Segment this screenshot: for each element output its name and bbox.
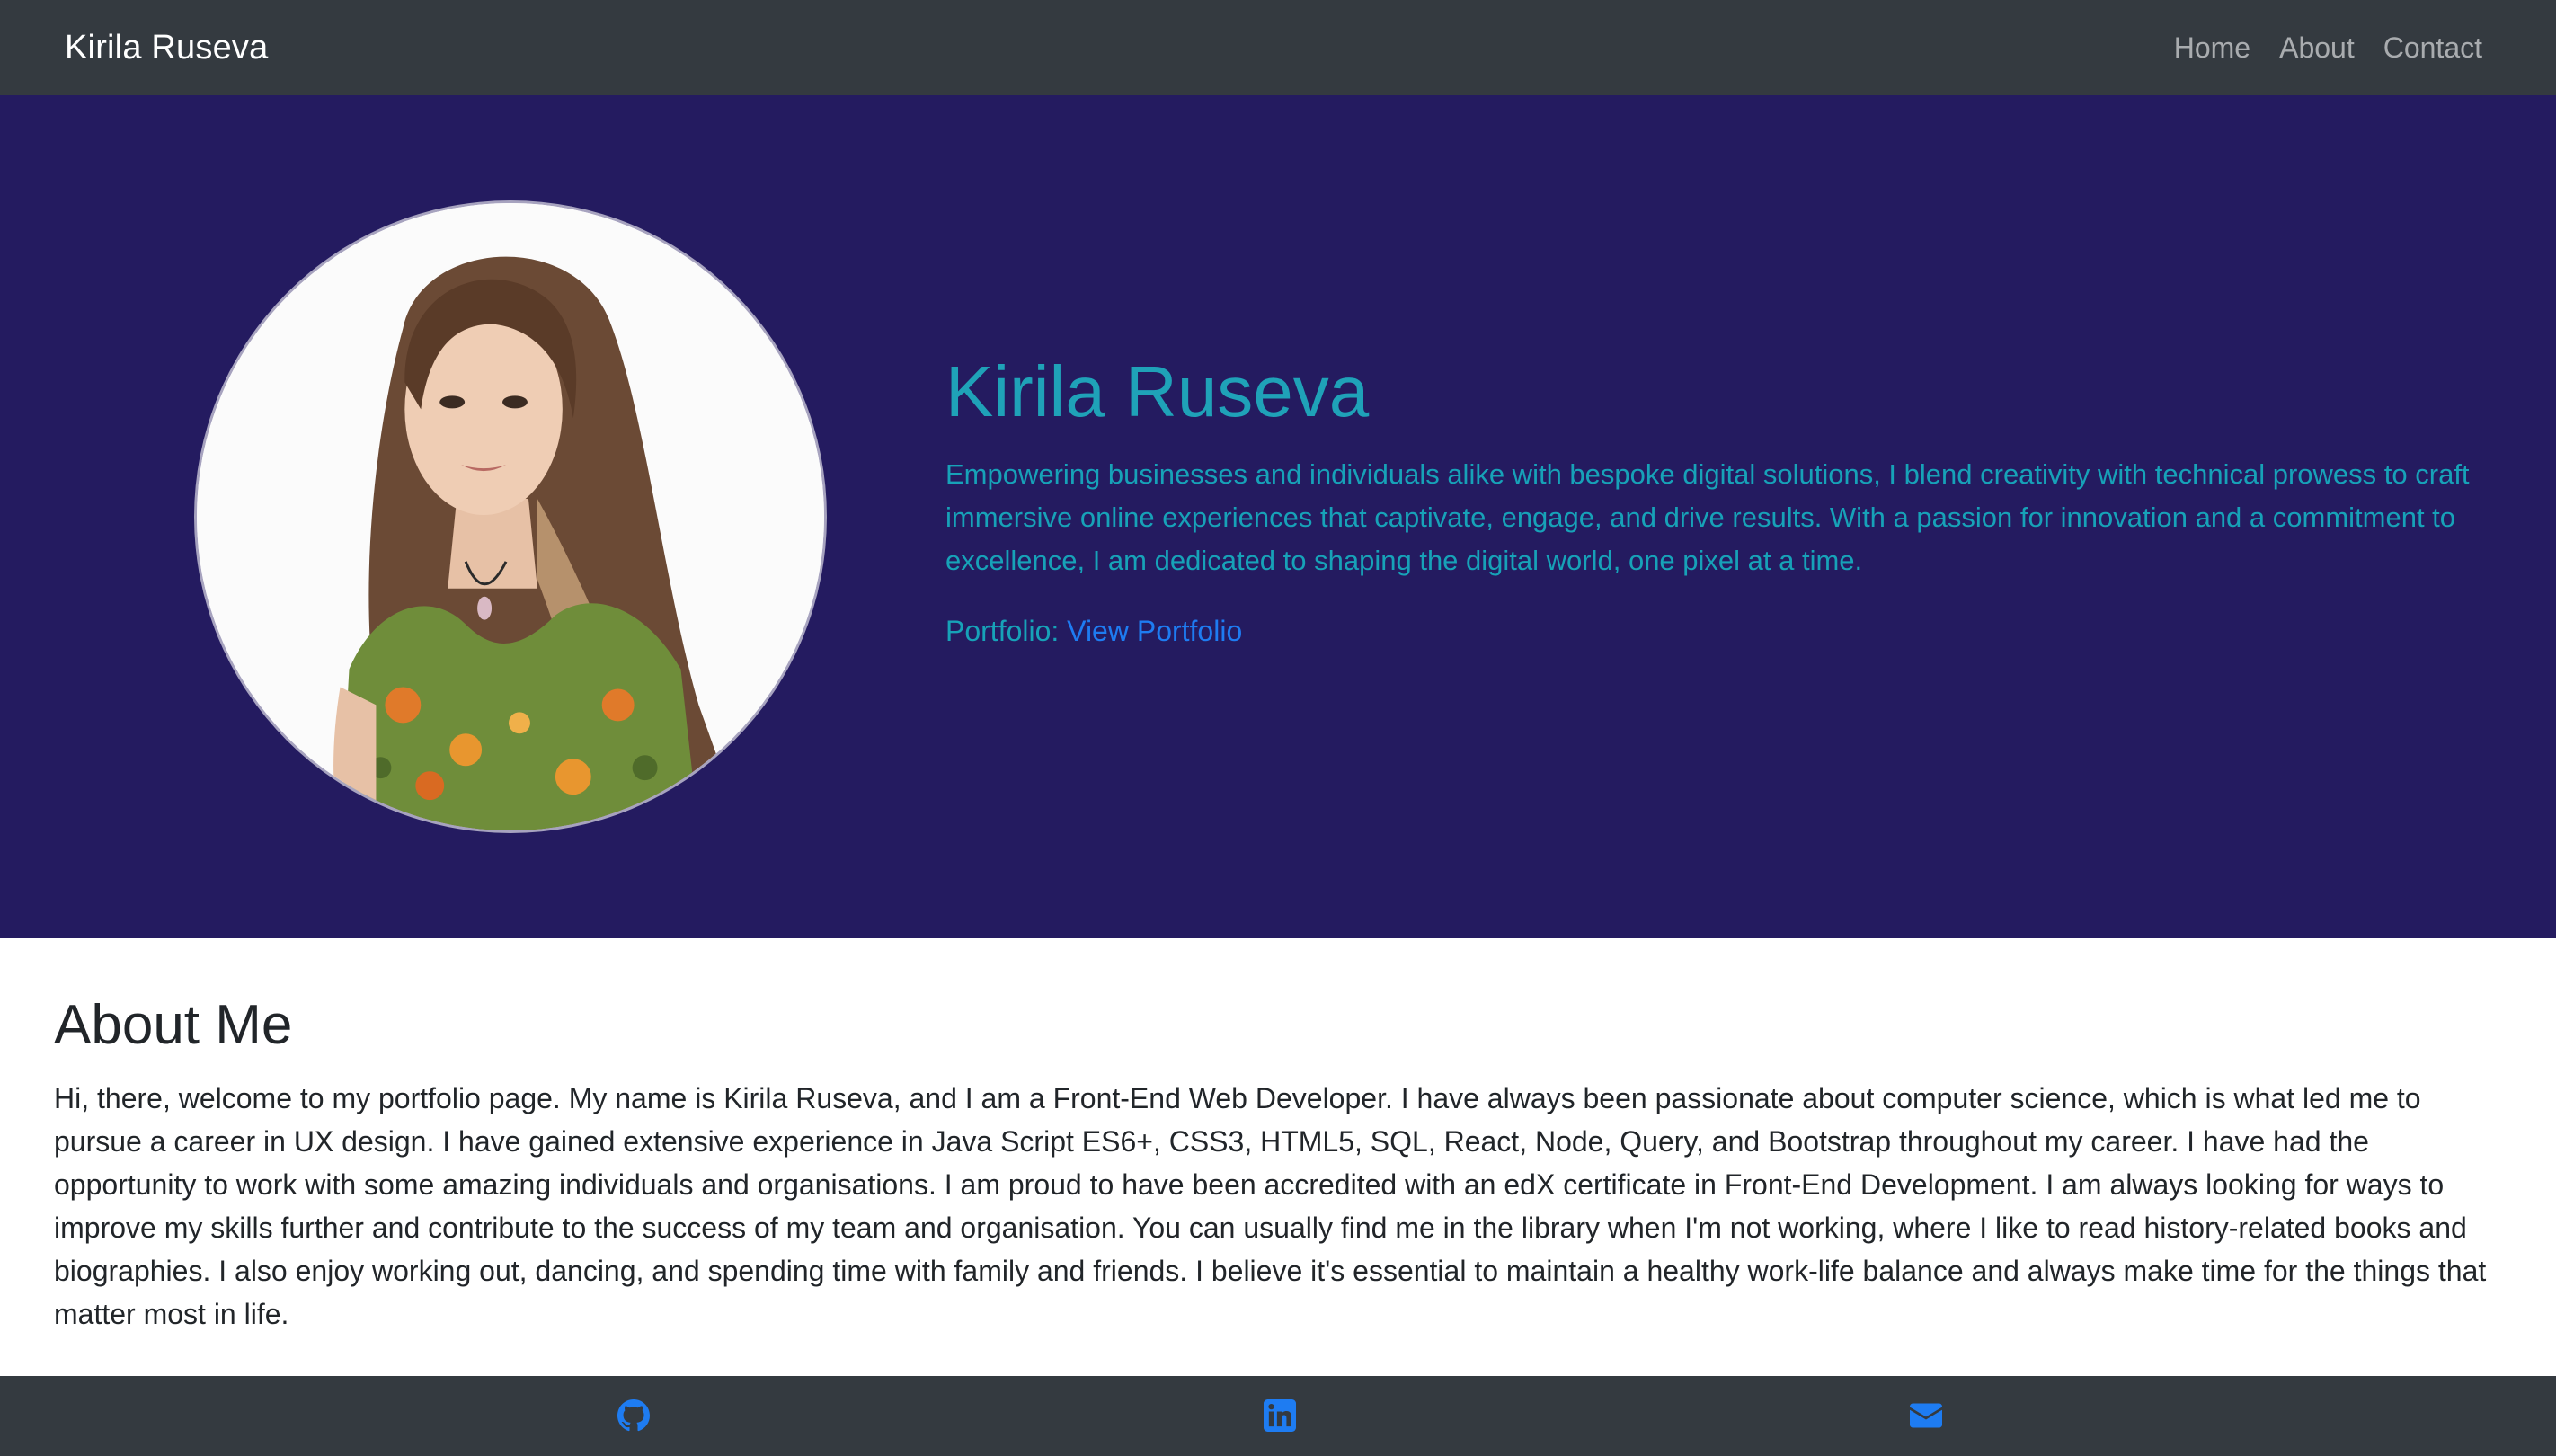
envelope-icon[interactable] [1910, 1399, 1942, 1432]
hero-title: Kirila Ruseva [945, 351, 1370, 431]
top-navbar: Kirila Ruseva Home About Contact [0, 0, 2556, 95]
portfolio-label: Portfolio: [945, 615, 1060, 647]
view-portfolio-link[interactable]: View Portfolio [1067, 615, 1242, 647]
github-icon[interactable] [617, 1399, 650, 1432]
profile-photo [197, 203, 824, 830]
hero-section: Kirila Ruseva Empowering businesses and … [0, 95, 2556, 938]
hero-text: Kirila Ruseva Empowering businesses and … [945, 351, 2491, 653]
linkedin-icon[interactable] [1264, 1399, 1296, 1432]
about-body: Hi, there, welcome to my portfolio page.… [54, 1082, 2487, 1331]
hero-lead: Empowering businesses and individuals al… [945, 458, 2470, 576]
nav-links: Home About Contact [2174, 31, 2482, 65]
portfolio-line: Portfolio: View Portfolio [945, 609, 2491, 653]
about-heading: About Me [54, 994, 293, 1056]
nav-link-home[interactable]: Home [2174, 31, 2250, 65]
about-section: About Me Hi, there, welcome to my portfo… [54, 992, 2502, 1336]
nav-link-contact[interactable]: Contact [2383, 31, 2482, 65]
nav-link-about[interactable]: About [2279, 31, 2355, 65]
profile-photo-illustration [197, 203, 824, 830]
navbar-brand[interactable]: Kirila Ruseva [65, 29, 268, 67]
footer [0, 1376, 2556, 1456]
